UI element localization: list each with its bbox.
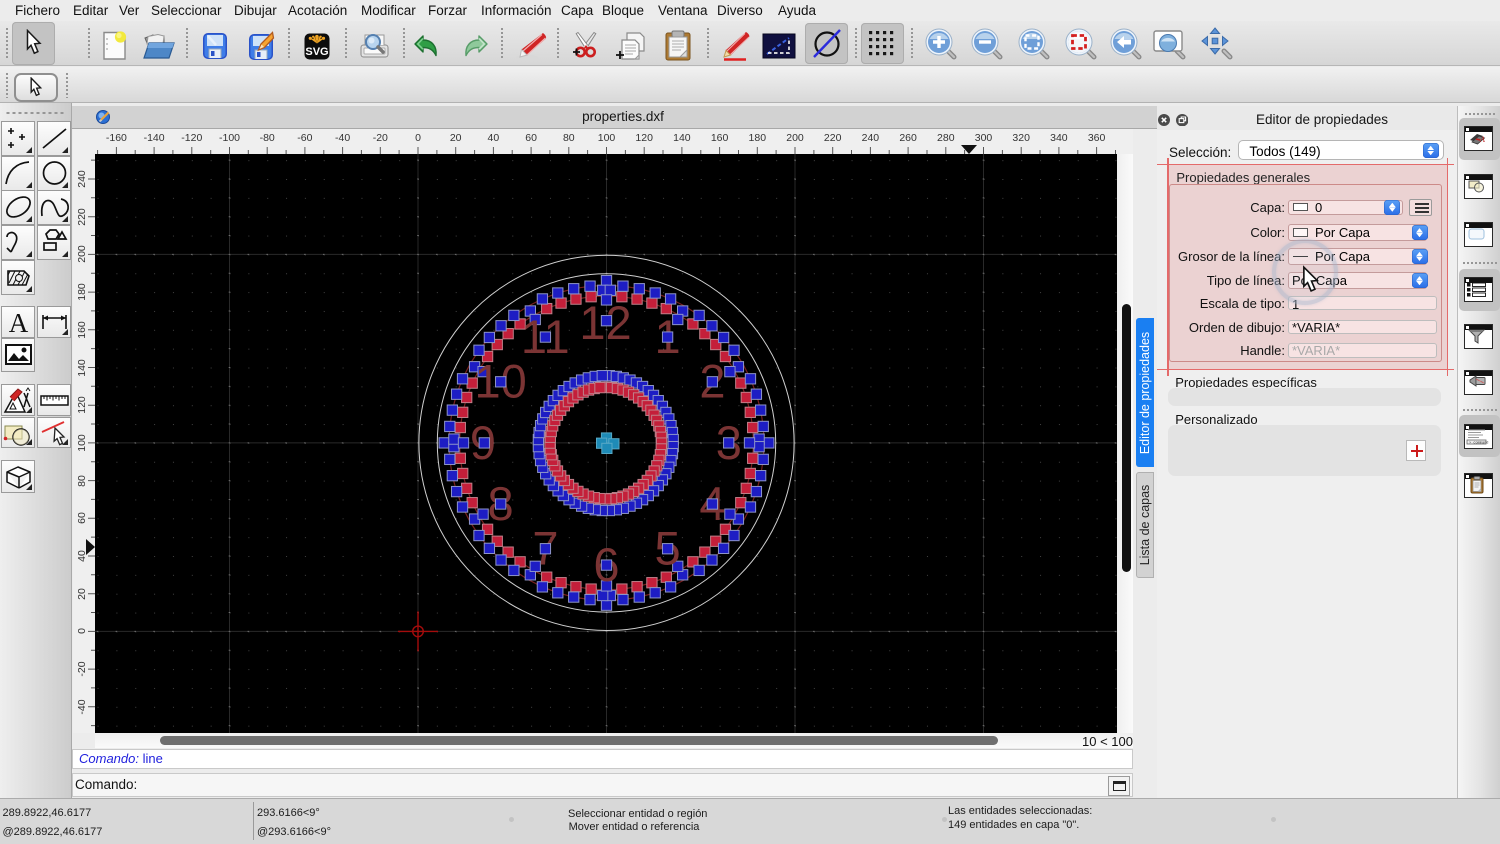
- svg-text:A: A: [1479, 135, 1485, 144]
- svg-text:SVG: SVG: [305, 46, 328, 58]
- svg-text:> command: > command: [1469, 440, 1488, 445]
- svg-text:A: A: [8, 308, 28, 337]
